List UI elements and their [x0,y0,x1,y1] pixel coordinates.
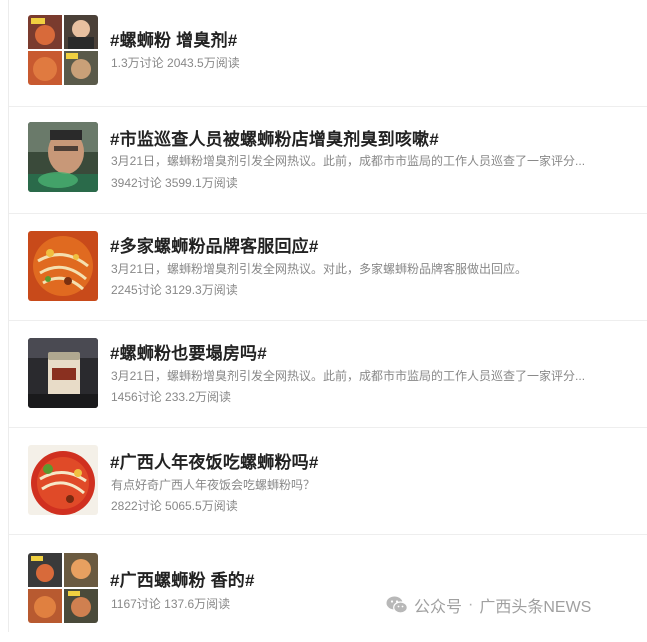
wechat-icon [386,595,408,615]
topic-description: 有点好奇广西人年夜饭会吃螺蛳粉吗？ [111,478,316,492]
noodle-bowl-photo-icon[interactable] [28,231,98,301]
topic-stats: 3942讨论 3599.1万阅读 [111,176,238,190]
topic-item[interactable]: #螺蛳粉 增臭剂# 1.3万讨论 2043.5万阅读 [9,0,647,107]
topic-title[interactable]: #螺蛳粉也要塌房吗# [110,339,267,364]
snail-noodle-collage-icon[interactable] [28,15,98,85]
watermark-separator: · [468,596,474,613]
topic-description: 3月21日，螺蛳粉增臭剂引发全网热议。此前，成都市市监局的工作人员巡查了一家评分… [111,369,586,383]
topic-item[interactable]: #多家螺蛳粉品牌客服回应# 3月21日，螺蛳粉增臭剂引发全网热议。对此，多家螺蛳… [9,214,647,321]
topic-stats: 2822讨论 5065.5万阅读 [111,499,238,513]
topic-stats: 1456讨论 233.2万阅读 [111,390,232,404]
man-coughing-photo-icon[interactable] [28,122,98,192]
noodle-bowl-red-photo-icon[interactable] [28,445,98,515]
topic-stats: 1.3万讨论 2043.5万阅读 [111,56,240,70]
topic-stats: 2245讨论 3129.3万阅读 [111,283,238,297]
topic-title[interactable]: #市监巡查人员被螺蛳粉店增臭剂臭到咳嗽# [110,125,439,150]
watermark-account: 广西头条NEWS [479,599,592,616]
watermark: 公众号 · 广西头条NEWS [386,593,591,617]
topic-title[interactable]: #螺蛳粉 增臭剂# [110,26,237,51]
snail-noodle-collage-icon[interactable] [28,553,98,623]
topic-stats: 1167讨论 137.6万阅读 [111,597,231,611]
topic-description: 3月21日，螺蛳粉增臭剂引发全网热议。此前，成都市市监局的工作人员巡查了一家评分… [111,154,586,168]
topic-item[interactable]: #市监巡查人员被螺蛳粉店增臭剂臭到咳嗽# 3月21日，螺蛳粉增臭剂引发全网热议。… [9,107,647,214]
topic-title[interactable]: #多家螺蛳粉品牌客服回应# [110,232,319,257]
topic-title[interactable]: #广西人年夜饭吃螺蛳粉吗# [110,448,319,473]
topic-item[interactable]: #广西人年夜饭吃螺蛳粉吗# 有点好奇广西人年夜饭会吃螺蛳粉吗？ 2822讨论 5… [9,428,647,535]
watermark-prefix: 公众号 [414,599,463,616]
topic-title[interactable]: #广西螺蛳粉 香的# [110,566,255,591]
topic-item[interactable]: #广西螺蛳粉 香的# 1167讨论 137.6万阅读 [9,535,647,642]
seasoning-jar-photo-icon[interactable] [28,338,98,408]
topic-item[interactable]: #螺蛳粉也要塌房吗# 3月21日，螺蛳粉增臭剂引发全网热议。此前，成都市市监局的… [9,321,647,428]
topic-description: 3月21日，螺蛳粉增臭剂引发全网热议。对此，多家螺蛳粉品牌客服做出回应。 [111,262,528,276]
